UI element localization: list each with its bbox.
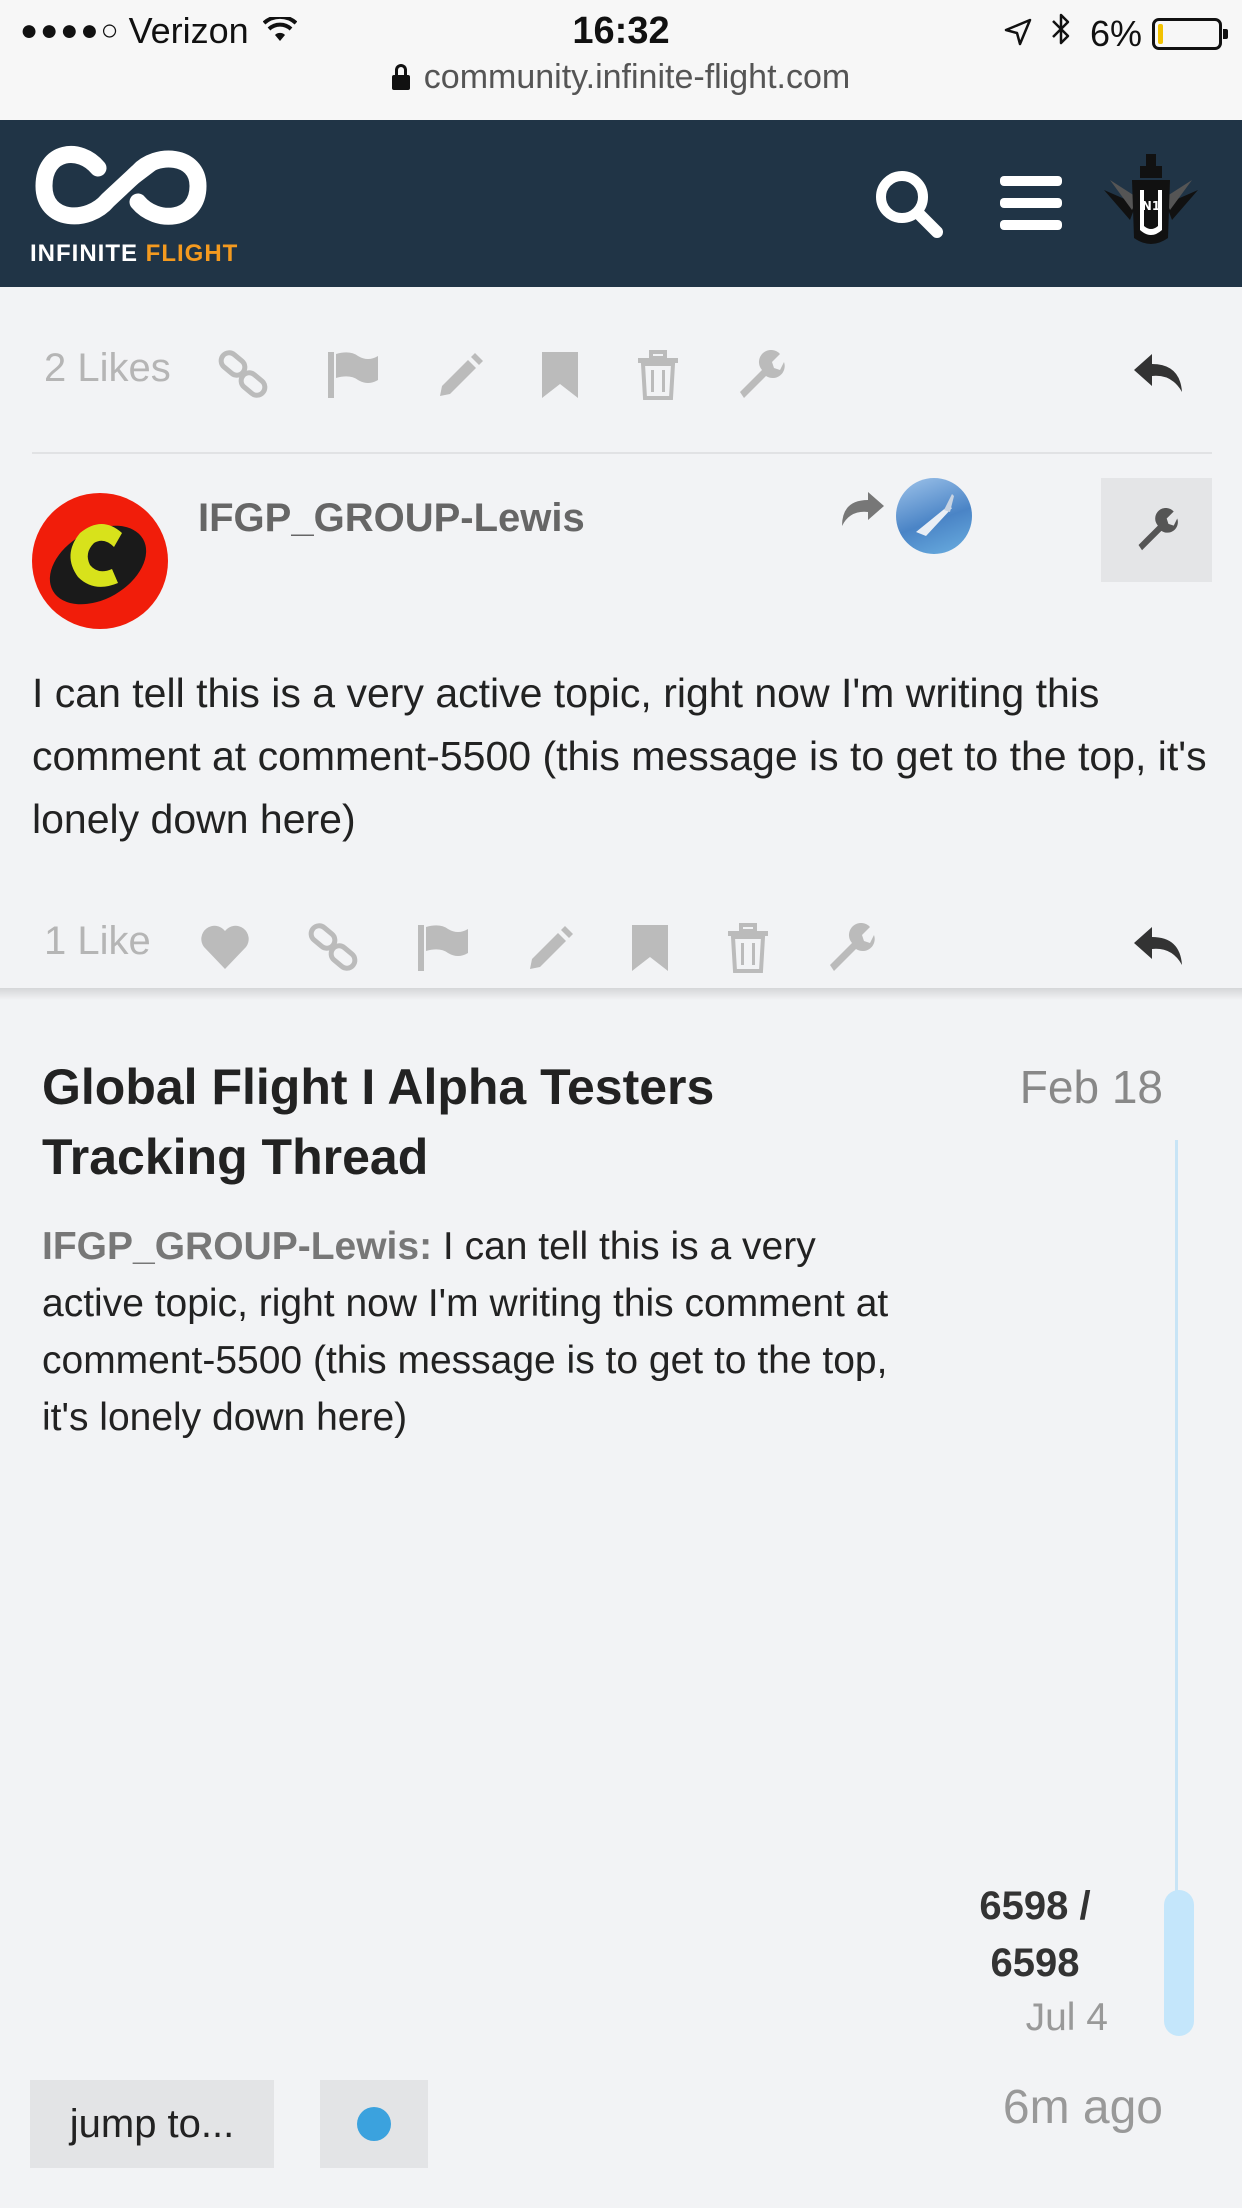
search-icon [876,171,943,238]
excerpt-username: IFGP_GROUP-Lewis: [42,1225,433,1268]
delete-icon[interactable] [636,350,680,405]
bookmark-icon[interactable] [630,923,670,978]
battery-percent: 6% [1089,12,1142,54]
site-header: INFINITE FLIGHT N1 [0,120,1242,287]
bookmark-icon[interactable] [540,350,580,405]
logo-word-infinite: INFINITE [30,240,138,267]
jump-to-button[interactable]: jump to... [30,2080,274,2168]
battery-icon [1152,17,1228,50]
infinity-logo-icon [35,146,207,225]
url-text: community.infinite-flight.com [423,58,851,96]
like-count: 2 Likes [44,346,171,390]
reply-icon[interactable] [1132,352,1186,401]
wrench-icon[interactable] [826,922,876,978]
logo-wordmark: INFINITE FLIGHT [30,240,238,268]
reply-to-icon[interactable] [838,490,886,535]
wrench-icon [1138,508,1178,551]
post-body: I can tell this is a very active topic, … [32,670,1207,842]
wrench-icon[interactable] [736,349,786,405]
reply-icon[interactable] [1132,925,1186,974]
topic-title[interactable]: Global Flight I Alpha Testers Tracking T… [42,1052,882,1192]
badge-avatar-icon: N1 [1104,154,1198,244]
previous-post-actions: 2 Likes [0,332,1242,412]
user-avatar[interactable]: N1 [1100,150,1202,252]
hamburger-icon [1000,176,1062,230]
blue-dot-icon [357,2107,391,2141]
post-divider [32,452,1212,454]
flag-icon[interactable] [326,350,380,405]
menu-button[interactable] [998,174,1064,237]
unread-dot-button[interactable] [320,2080,428,2168]
link-icon[interactable] [216,350,272,405]
timeline-current-date: Jul 4 [1025,1996,1108,2039]
post-author-avatar[interactable] [32,493,168,629]
post-excerpt: IFGP_GROUP-Lewis: I can tell this is a v… [42,1218,902,1446]
heart-icon[interactable] [198,923,252,976]
edit-icon[interactable] [524,923,574,978]
last-post-ago[interactable]: 6m ago [1003,2080,1163,2135]
edit-icon[interactable] [434,350,484,405]
svg-text:N1: N1 [1142,199,1160,213]
counter-total: 6598 [990,1941,1080,1985]
delete-icon[interactable] [726,923,770,978]
address-bar[interactable]: community.infinite-flight.com [0,58,1242,97]
counter-current: 6598 / [979,1884,1091,1928]
panel-shadow [0,988,1242,1000]
logo-word-flight: FLIGHT [145,240,239,267]
search-button[interactable] [873,168,945,245]
status-right: 6% [1004,12,1228,55]
location-arrow-icon [1004,13,1032,55]
post-actions: 1 Like [0,905,1242,985]
status-bar: ●●●●○ Verizon 16:32 6% community.infinit… [0,0,1242,120]
reply-to-avatar[interactable] [896,478,972,554]
flag-icon[interactable] [416,923,470,978]
lock-icon [391,64,410,90]
bluetooth-icon [1050,12,1072,55]
like-count: 1 Like [44,919,151,963]
admin-wrench-button[interactable] [1101,478,1212,582]
timeline-scroll-handle[interactable] [1164,1890,1194,2036]
link-icon[interactable] [306,923,362,978]
avatar-logo-icon [49,524,147,605]
airplane-wing-icon [916,494,954,536]
post-counter: 6598 / 6598 [960,1878,1110,1992]
post-author-name[interactable]: IFGP_GROUP-Lewis [198,496,585,541]
topic-start-date[interactable]: Feb 18 [1020,1060,1163,1114]
timeline-track[interactable] [1175,1140,1178,1900]
